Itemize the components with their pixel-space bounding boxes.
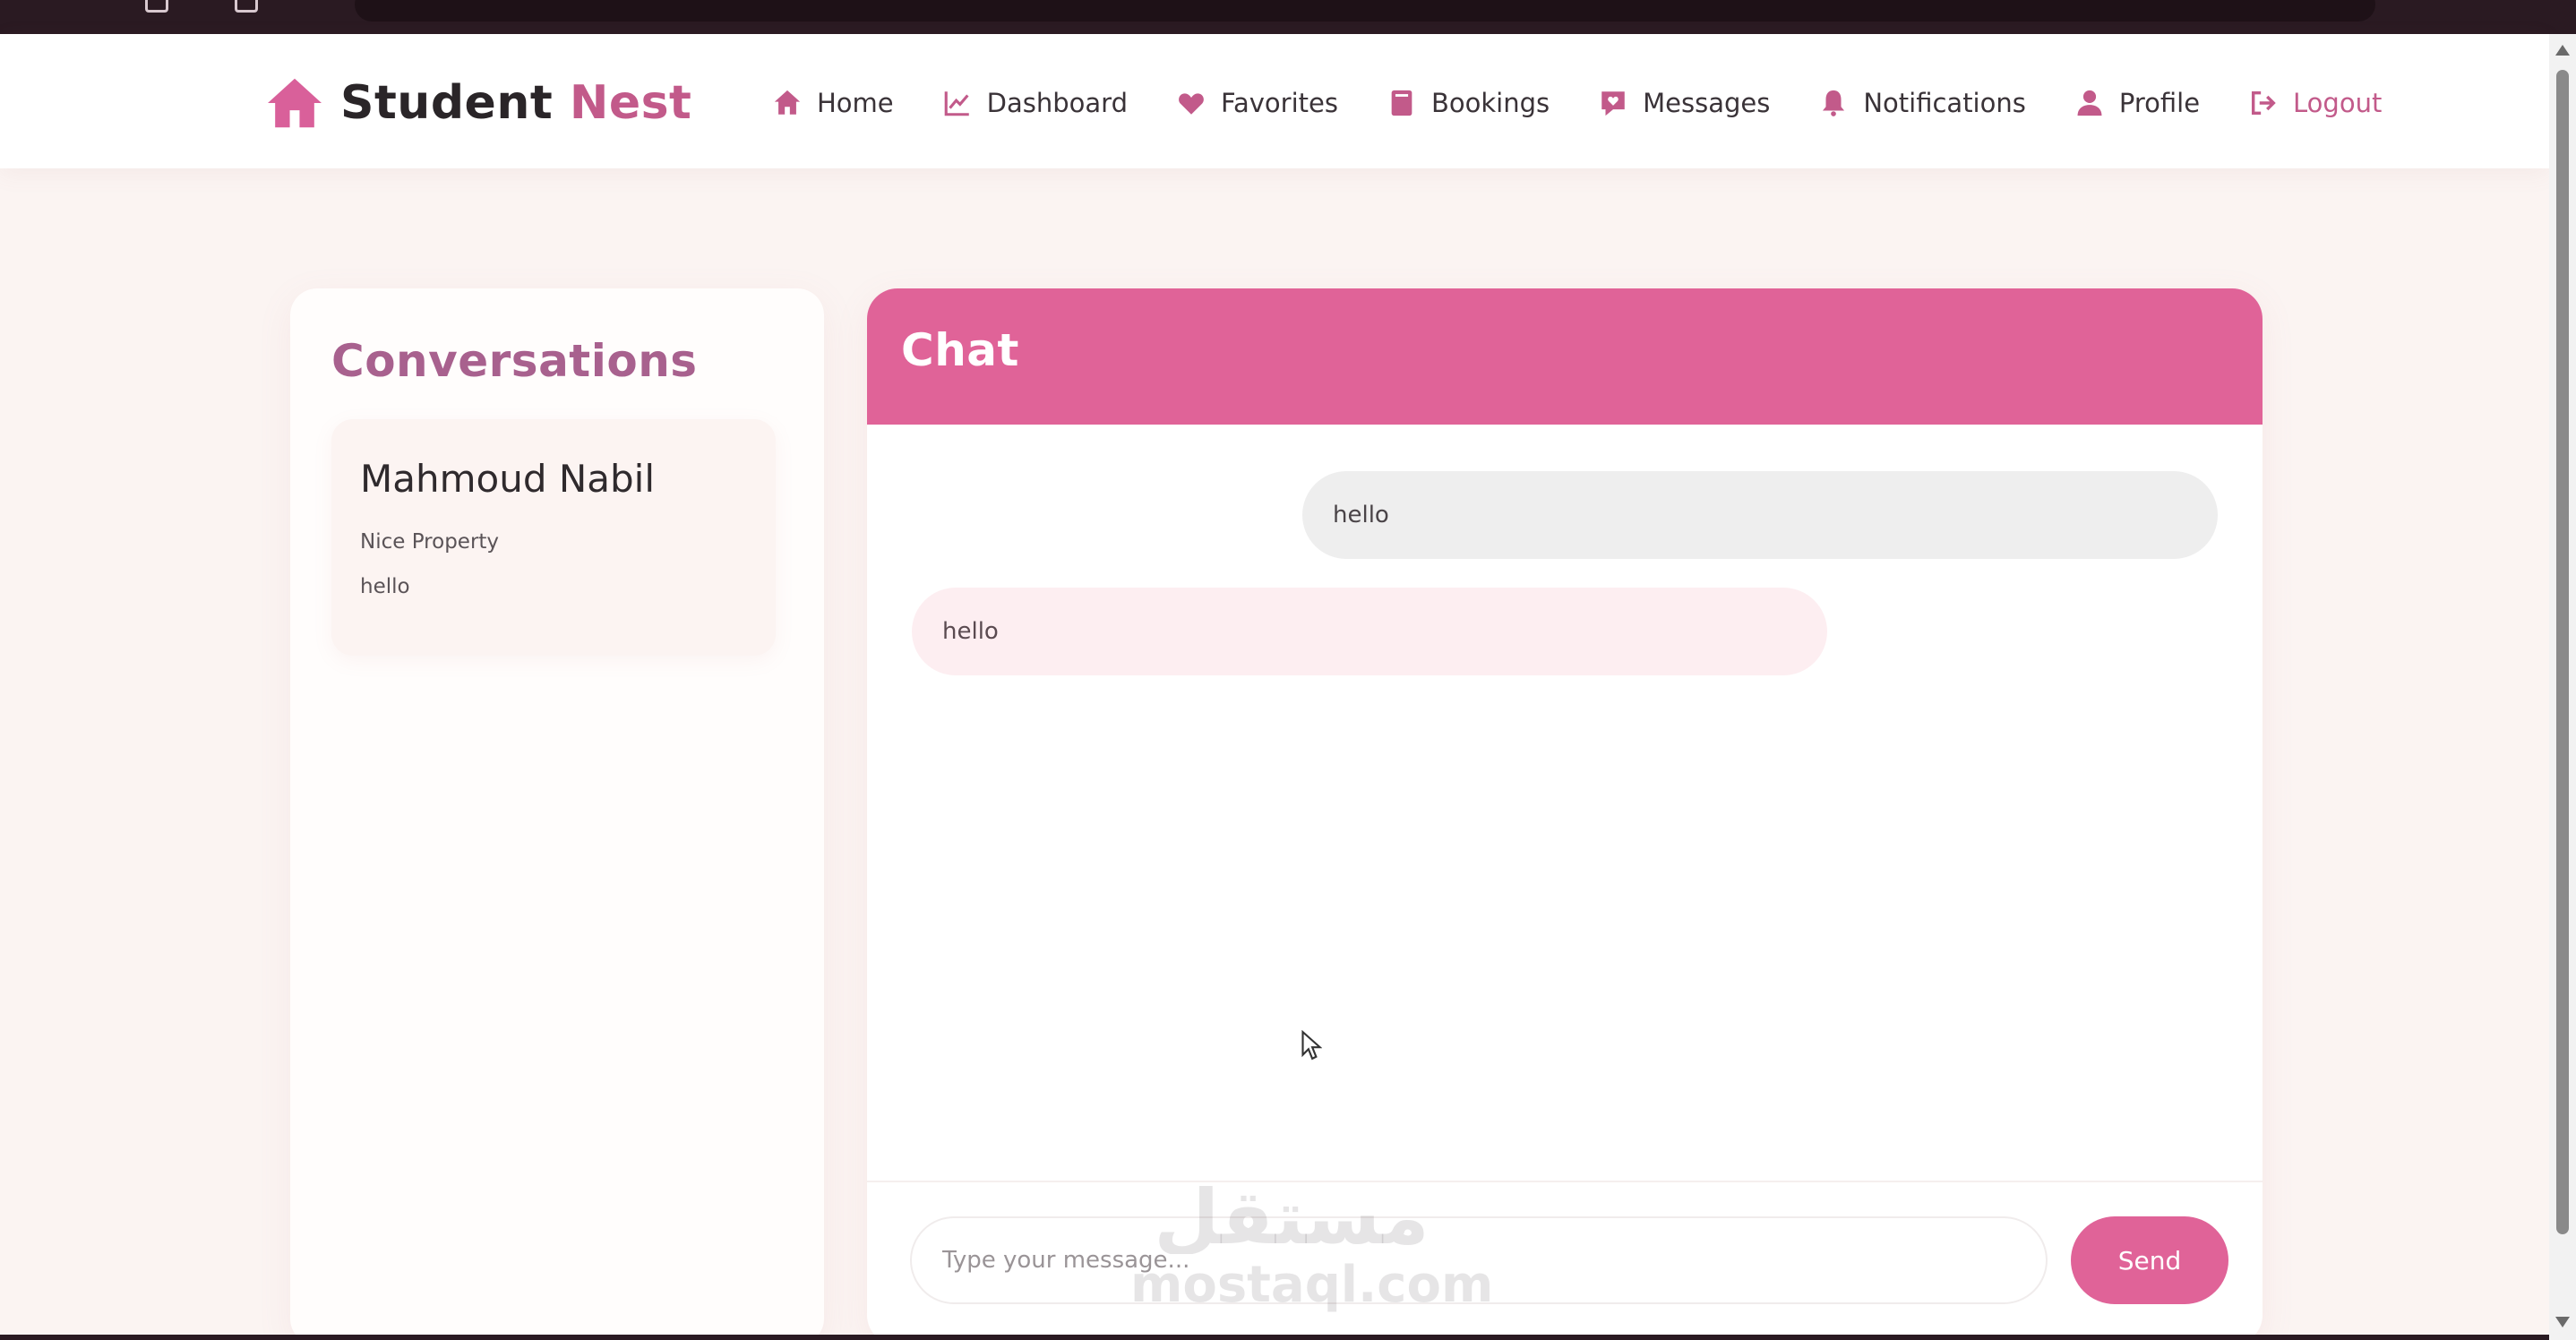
message-sent: hello (1302, 471, 2218, 559)
scrollbar[interactable] (2549, 34, 2576, 1340)
nav-favorites[interactable]: Favorites (1176, 88, 1338, 118)
watermark-text: mostaql.com (1130, 1256, 1494, 1314)
scrollbar-thumb[interactable] (2556, 70, 2569, 1234)
conversation-property: Nice Property (360, 530, 500, 554)
browser-tab-icon[interactable] (235, 0, 258, 13)
nav-logout-label: Logout (2293, 88, 2383, 118)
scroll-down-arrow-icon[interactable] (2555, 1317, 2570, 1327)
conversations-panel: Conversations Mahmoud Nabil Nice Propert… (290, 288, 824, 1340)
sign-out-icon (2251, 90, 2276, 116)
scroll-up-arrow-icon[interactable] (2555, 45, 2570, 56)
page: Student Nest Home Dashboard Favorites Bo… (0, 0, 2576, 1340)
watermark: مستقل mostaql.com (1130, 1173, 1493, 1314)
chat-heart-icon (1601, 91, 1625, 116)
conversations-title: Conversations (331, 335, 698, 387)
house-icon (268, 78, 322, 128)
brand-logo[interactable]: Student Nest (265, 72, 691, 134)
nav-home[interactable]: Home (772, 88, 894, 118)
bell-icon (1823, 90, 1845, 116)
watermark-logo: مستقل (1154, 1173, 1429, 1254)
book-icon (1391, 90, 1413, 116)
message-text: hello (942, 618, 999, 645)
heart-icon (1179, 93, 1204, 115)
send-button[interactable]: Send (2071, 1216, 2228, 1304)
nav-logout[interactable]: Logout (2248, 88, 2382, 118)
nav-favorites-label: Favorites (1220, 88, 1338, 118)
message-received: hello (912, 588, 1827, 675)
browser-toolbar (0, 0, 2576, 34)
svg-text:مستقل: مستقل (1154, 1173, 1429, 1254)
line-chart-icon (944, 91, 969, 116)
address-bar[interactable] (355, 0, 2375, 21)
nav-home-label: Home (817, 88, 894, 118)
conversation-name: Mahmoud Nabil (360, 457, 655, 501)
nav-notifications-label: Notifications (1863, 88, 2026, 118)
nav-messages-label: Messages (1643, 88, 1771, 118)
input-divider (867, 1181, 2263, 1182)
nav-dashboard-label: Dashboard (986, 88, 1128, 118)
chat-panel: Chat hello hello Send (867, 288, 2263, 1340)
message-text: hello (1333, 502, 1389, 528)
nav-bookings[interactable]: Bookings (1387, 88, 1550, 118)
nav-dashboard[interactable]: Dashboard (942, 88, 1128, 118)
nav-bookings-label: Bookings (1430, 88, 1550, 118)
nav-profile[interactable]: Profile (2074, 88, 2200, 118)
conversation-last-message: hello (360, 575, 410, 598)
house-icon (774, 90, 801, 115)
conversation-item[interactable]: Mahmoud Nabil Nice Property hello (331, 419, 776, 656)
brand-name: Student Nest (340, 76, 692, 130)
taskbar-edge (0, 1335, 2549, 1340)
nav-notifications[interactable]: Notifications (1818, 88, 2026, 118)
user-icon (2077, 90, 2102, 116)
browser-tab-icon[interactable] (145, 0, 168, 13)
chat-header: Chat (867, 288, 2263, 425)
nav-profile-label: Profile (2118, 88, 2201, 118)
nav-messages[interactable]: Messages (1598, 88, 1770, 118)
navbar: Student Nest Home Dashboard Favorites Bo… (0, 34, 2549, 168)
chat-title: Chat (901, 324, 1019, 376)
cursor-icon (1301, 1030, 1322, 1061)
main-nav: Home Dashboard Favorites Bookings Messag… (772, 72, 2382, 134)
